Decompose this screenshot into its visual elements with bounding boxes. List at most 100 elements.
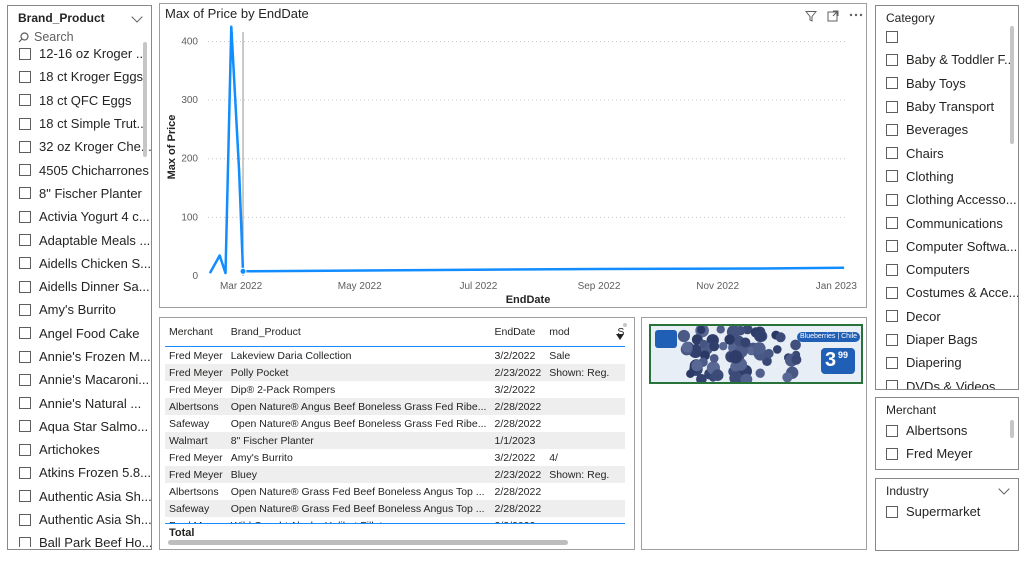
table-row[interactable]: Fred Meyer Dip® 2-Pack Rompers 3/2/2022: [165, 381, 625, 398]
checkbox[interactable]: [886, 77, 898, 90]
checkbox[interactable]: [19, 257, 31, 270]
checkbox[interactable]: [886, 505, 898, 518]
checkbox[interactable]: [886, 286, 898, 299]
checkbox[interactable]: [886, 333, 898, 346]
category-scrollbar[interactable]: [1010, 26, 1014, 144]
checkbox[interactable]: [19, 280, 31, 293]
column-header[interactable]: mod: [545, 318, 614, 347]
slicer-item[interactable]: Decor: [886, 305, 1018, 328]
checkbox[interactable]: [19, 466, 31, 479]
checkbox[interactable]: [886, 170, 898, 183]
checkbox[interactable]: [19, 373, 31, 386]
table-row[interactable]: Fred Meyer Polly Pocket 2/23/2022 Shown: Re…: [165, 364, 625, 381]
checkbox[interactable]: [19, 513, 31, 526]
slicer-item[interactable]: Computer Softwa...: [886, 235, 1018, 258]
slicer-item[interactable]: Annie's Frozen M...: [19, 345, 151, 368]
table-row[interactable]: Albertsons Open Nature® Angus Beef Bonele…: [165, 398, 625, 415]
chevron-down-icon[interactable]: [131, 11, 143, 23]
sort-descending-icon[interactable]: [616, 334, 624, 340]
checkbox[interactable]: [19, 443, 31, 456]
slicer-item[interactable]: 32 oz Kroger Che...: [19, 135, 151, 158]
table-horizontal-scrollbar[interactable]: [168, 540, 568, 545]
checkbox[interactable]: [19, 490, 31, 503]
slicer-item[interactable]: DVDs & Videos: [886, 374, 1018, 389]
checkbox[interactable]: [886, 217, 898, 230]
checkbox[interactable]: [19, 117, 31, 130]
slicer-item[interactable]: Albertsons: [886, 419, 1018, 442]
slicer-item[interactable]: Beverages: [886, 118, 1018, 141]
checkbox[interactable]: [19, 164, 31, 177]
checkbox[interactable]: [886, 380, 898, 389]
slicer-item[interactable]: Diapering: [886, 351, 1018, 374]
table-row[interactable]: Fred Meyer Bluey 2/23/2022 Shown: Reg.: [165, 466, 625, 483]
slicer-item[interactable]: Annie's Macaroni...: [19, 368, 151, 391]
checkbox[interactable]: [19, 303, 31, 316]
checkbox[interactable]: [19, 94, 31, 107]
slicer-item[interactable]: Fred Meyer: [886, 442, 1018, 465]
checkbox[interactable]: [19, 70, 31, 83]
checkbox[interactable]: [886, 100, 898, 113]
slicer-item[interactable]: Aidells Dinner Sa...: [19, 275, 151, 298]
checkbox[interactable]: [19, 420, 31, 433]
slicer-item[interactable]: Angel Food Cake: [19, 322, 151, 345]
checkbox[interactable]: [19, 397, 31, 410]
slicer-item[interactable]: Artichokes: [19, 438, 151, 461]
slicer-item[interactable]: Activia Yogurt 4 c...: [19, 205, 151, 228]
slicer-item[interactable]: Baby Toys: [886, 72, 1018, 95]
slicer-item[interactable]: Ball Park Beef Ho...: [19, 531, 151, 547]
slicer-item[interactable]: 18 ct Simple Trut...: [19, 112, 151, 135]
slicer-item[interactable]: Clothing Accesso...: [886, 188, 1018, 211]
slicer-item[interactable]: Authentic Asia Sh...: [19, 508, 151, 531]
slicer-item[interactable]: 4505 Chicharrones: [19, 158, 151, 181]
slicer-item[interactable]: Clothing: [886, 165, 1018, 188]
checkbox[interactable]: [19, 536, 31, 547]
table-row[interactable]: Fred Meyer Lakeview Daria Collection 3/2/2…: [165, 347, 625, 365]
chevron-down-icon[interactable]: [998, 483, 1010, 495]
slicer-item[interactable]: Costumes & Acce...: [886, 281, 1018, 304]
checkbox[interactable]: [886, 447, 898, 460]
column-header[interactable]: Brand_Product: [226, 318, 491, 347]
slicer-item[interactable]: Diaper Bags: [886, 328, 1018, 351]
checkbox[interactable]: [19, 327, 31, 340]
checkbox[interactable]: [886, 310, 898, 323]
slicer-item[interactable]: Annie's Natural ...: [19, 391, 151, 414]
slicer-item[interactable]: Aqua Star Salmo...: [19, 415, 151, 438]
checkbox[interactable]: [886, 356, 898, 369]
slicer-item[interactable]: Aidells Chicken S...: [19, 252, 151, 275]
table-row[interactable]: Safeway Open Nature® Angus Beef Boneless …: [165, 415, 625, 432]
checkbox[interactable]: [19, 187, 31, 200]
table-row[interactable]: Walmart 8" Fischer Planter 1/1/2023: [165, 432, 625, 449]
checkbox[interactable]: [19, 350, 31, 363]
checkbox[interactable]: [886, 53, 898, 66]
slicer-item[interactable]: Baby & Toddler F...: [886, 48, 1018, 71]
checkbox[interactable]: [886, 240, 898, 253]
checkbox[interactable]: [19, 210, 31, 223]
slicer-item[interactable]: 12-16 oz Kroger ...: [19, 42, 151, 65]
slicer-item[interactable]: Supermarket: [886, 500, 1018, 523]
slicer-item[interactable]: Amy's Burrito: [19, 298, 151, 321]
column-resize-handle[interactable]: [623, 323, 627, 327]
slicer-item[interactable]: Atkins Frozen 5.8...: [19, 461, 151, 484]
table-row[interactable]: Safeway Open Nature® Grass Fed Beef Bonel…: [165, 500, 625, 517]
merchant-scrollbar[interactable]: [1010, 420, 1014, 438]
slicer-item[interactable]: Adaptable Meals ...: [19, 228, 151, 251]
slicer-item[interactable]: 18 ct QFC Eggs: [19, 89, 151, 112]
slicer-item[interactable]: 18 ct Kroger Eggs: [19, 65, 151, 88]
slicer-item[interactable]: Communications: [886, 211, 1018, 234]
checkbox[interactable]: [886, 263, 898, 276]
slicer-item[interactable]: Baby Transport: [886, 95, 1018, 118]
column-header[interactable]: EndDate: [490, 318, 546, 347]
checkbox[interactable]: [19, 140, 31, 153]
checkbox[interactable]: [886, 193, 898, 206]
slicer-item[interactable]: Computers: [886, 258, 1018, 281]
checkbox[interactable]: [19, 234, 31, 247]
slicer-scrollbar[interactable]: [143, 42, 147, 157]
slicer-item[interactable]: Authentic Asia Sh...: [19, 485, 151, 508]
slicer-item[interactable]: 8" Fischer Planter: [19, 182, 151, 205]
checkbox[interactable]: [886, 123, 898, 136]
table-row[interactable]: Fred Meyer Amy's Burrito 3/2/2022 4/: [165, 449, 625, 466]
slicer-item[interactable]: [886, 25, 1018, 48]
checkbox[interactable]: [886, 147, 898, 160]
checkbox[interactable]: [886, 424, 898, 437]
table-row[interactable]: Albertsons Open Nature® Grass Fed Beef Bo…: [165, 483, 625, 500]
